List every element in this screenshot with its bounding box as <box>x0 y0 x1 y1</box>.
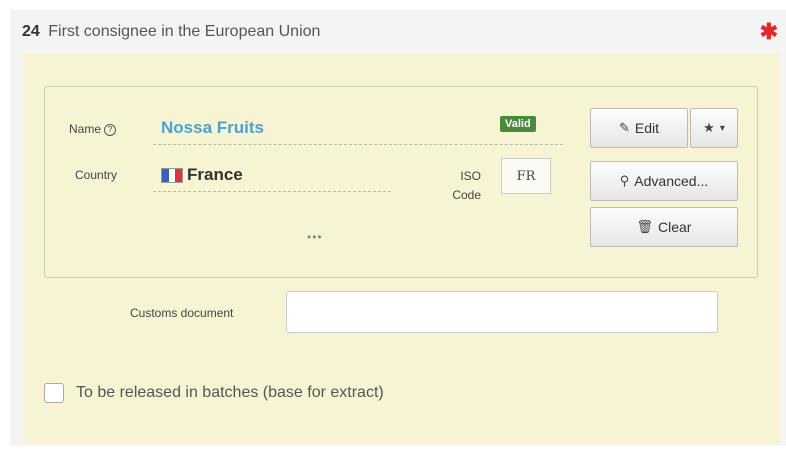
iso-code-label: ISO Code <box>452 169 481 202</box>
name-label: Name? <box>69 122 117 136</box>
edit-button-label: Edit <box>634 120 660 136</box>
required-asterisk-icon: ✱ <box>759 19 778 44</box>
country-label: Country <box>75 168 118 182</box>
consignee-section: 24 First consignee in the European Union… <box>10 9 786 446</box>
section-title: First consignee in the European Union <box>48 23 321 40</box>
section-header: 24 First consignee in the European Union <box>22 23 320 41</box>
country-underline <box>153 191 391 192</box>
advanced-button-label: Advanced... <box>634 173 709 189</box>
country-value: France <box>187 165 243 184</box>
edit-icon: ✎ <box>618 120 630 135</box>
france-flag-icon <box>161 168 183 183</box>
clear-button-label: Clear <box>658 219 692 235</box>
more-fields-toggle[interactable]: ••• <box>307 230 323 244</box>
star-icon: ★ <box>703 120 715 135</box>
search-icon: ⚲ <box>619 173 630 188</box>
consignee-name-link[interactable]: Nossa Fruits <box>161 118 264 138</box>
customs-document-label: Customs document <box>130 306 234 320</box>
valid-badge: Valid <box>500 116 536 132</box>
batches-checkbox[interactable] <box>44 383 64 403</box>
customs-document-input[interactable] <box>286 291 718 333</box>
consignee-panel: Name? Nossa Fruits Valid Country France … <box>24 53 780 443</box>
consignee-details-box: Name? Nossa Fruits Valid Country France … <box>44 86 758 278</box>
edit-button[interactable]: ✎ Edit <box>590 108 688 148</box>
section-number: 24 <box>22 23 40 40</box>
name-underline <box>153 144 563 145</box>
advanced-search-button[interactable]: ⚲ Advanced... <box>590 161 738 201</box>
batches-checkbox-label[interactable]: To be released in batches (base for extr… <box>76 384 384 402</box>
favorites-dropdown-button[interactable]: ★ ▾ <box>690 108 738 148</box>
question-circle-icon[interactable]: ? <box>104 124 117 136</box>
iso-code-field[interactable]: FR <box>501 158 551 194</box>
clear-button[interactable]: 🗑 Clear <box>590 207 738 247</box>
trash-icon: 🗑 <box>636 219 654 234</box>
chevron-down-icon: ▾ <box>719 122 725 134</box>
